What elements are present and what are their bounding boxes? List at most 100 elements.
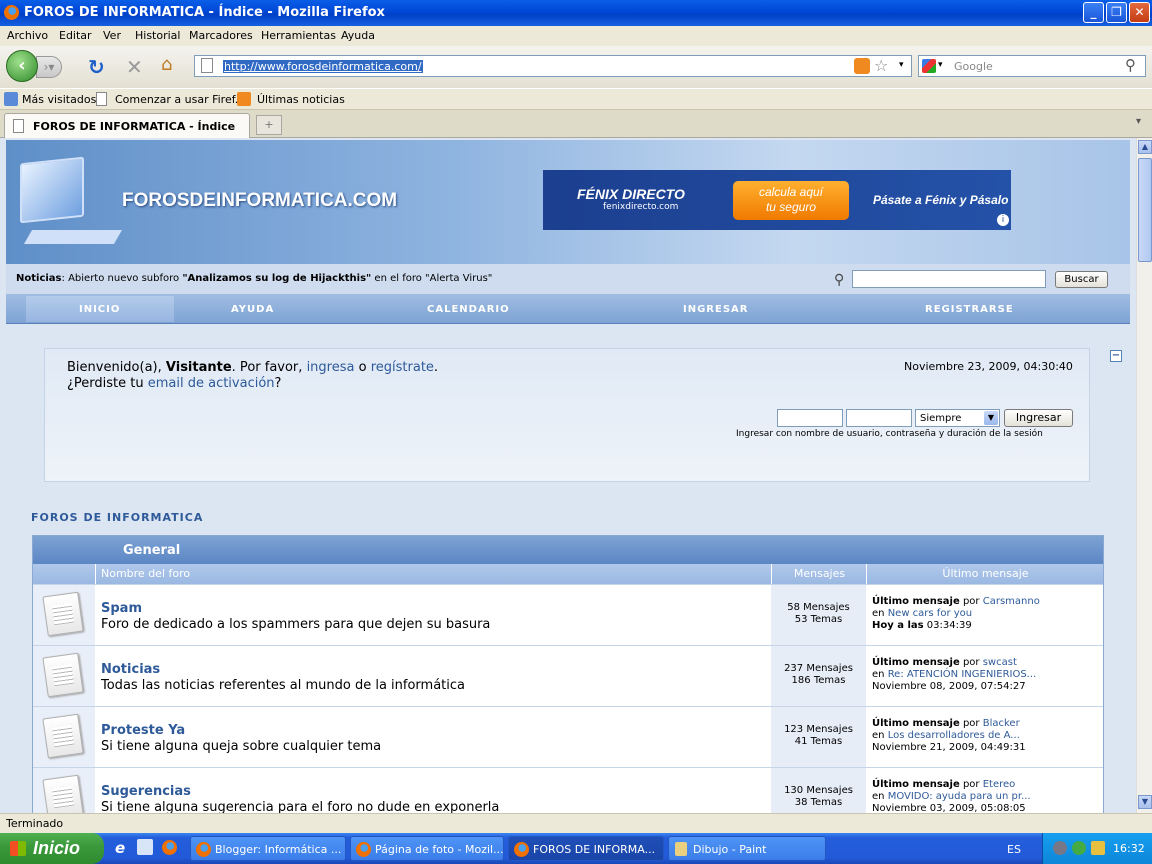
address-bar[interactable]: http://www.forosdeinformatica.com/ ☆ ▾ bbox=[194, 55, 912, 77]
forum-name-link[interactable]: Sugerencias bbox=[101, 784, 191, 799]
forum-topic-count: 38 Temas bbox=[794, 797, 843, 808]
address-url: http://www.forosdeinformatica.com/ bbox=[223, 60, 423, 73]
scroll-up-button[interactable]: ▲ bbox=[1138, 140, 1152, 154]
last-post-line1: Último mensaje por Etereo bbox=[872, 779, 1015, 790]
monitor-illustration bbox=[20, 156, 84, 224]
site-search-input[interactable] bbox=[852, 270, 1046, 288]
section-title[interactable]: FOROS DE INFORMATICA bbox=[31, 511, 203, 524]
forum-name-link[interactable]: Proteste Ya bbox=[101, 723, 185, 738]
forum-status-cell bbox=[33, 646, 95, 706]
nav-ayuda[interactable]: AYUDA bbox=[231, 304, 274, 315]
last-post-date-bold: Hoy a las bbox=[872, 620, 924, 631]
forum-last-post-cell: Último mensaje por swcast en Re: ATENCIÓN… bbox=[866, 646, 1103, 706]
last-post-topic-link[interactable]: New cars for you bbox=[888, 608, 972, 619]
site-logo[interactable]: FOROSDEINFORMATICA.COM bbox=[122, 190, 397, 212]
ie-quicklaunch-icon[interactable]: e bbox=[115, 839, 125, 857]
nav-registrarse[interactable]: REGISTRARSE bbox=[925, 304, 1014, 315]
menu-historial[interactable]: Historial bbox=[135, 29, 180, 42]
google-engine-icon[interactable] bbox=[922, 59, 936, 73]
task-foros[interactable]: FOROS DE INFORMA... bbox=[508, 836, 664, 861]
forum-name-cell: Noticias Todas las noticias referentes al… bbox=[95, 646, 771, 706]
tray-icon-2[interactable] bbox=[1072, 841, 1086, 855]
bookmark-most-visited[interactable]: Más visitados bbox=[22, 93, 96, 106]
last-post-author-link[interactable]: swcast bbox=[983, 657, 1017, 668]
last-post-topic-link[interactable]: Re: ATENCIÓN INGENIERIOS... bbox=[888, 669, 1037, 680]
window-title-bar[interactable]: FOROS DE INFORMATICA - Índice - Mozilla … bbox=[0, 0, 1152, 26]
menu-herramientas[interactable]: Herramientas bbox=[261, 29, 336, 42]
nav-ingresar[interactable]: INGRESAR bbox=[683, 304, 748, 315]
forum-name-link[interactable]: Noticias bbox=[101, 662, 160, 677]
search-engine-box[interactable]: ▾ Google ⚲ bbox=[918, 55, 1146, 77]
task-paint[interactable]: Dibujo - Paint bbox=[668, 836, 826, 861]
home-icon[interactable]: ⌂ bbox=[161, 54, 172, 75]
welcome-line2: ¿Perdiste tu email de activación? bbox=[67, 376, 281, 391]
close-button[interactable]: ✕ bbox=[1129, 2, 1150, 23]
nav-inicio[interactable]: INICIO bbox=[79, 304, 120, 315]
bookmark-star-icon[interactable]: ☆ bbox=[874, 56, 888, 75]
search-placeholder[interactable]: Google bbox=[954, 60, 993, 73]
new-tab-button[interactable]: + bbox=[256, 115, 282, 135]
last-post-line2: en MOVIDO: ayuda para un pr... bbox=[872, 791, 1031, 802]
welcome-dot: . bbox=[433, 360, 439, 375]
ad-info-icon[interactable]: i bbox=[997, 214, 1009, 226]
menu-ayuda[interactable]: Ayuda bbox=[341, 29, 375, 42]
tray-icon-1[interactable] bbox=[1053, 841, 1067, 855]
url-dropdown-icon[interactable]: ▾ bbox=[899, 60, 904, 70]
welcome-line1: Bienvenido(a), Visitante. Por favor, ing… bbox=[67, 360, 438, 375]
last-post-author-link[interactable]: Etereo bbox=[983, 779, 1016, 790]
menu-editar[interactable]: Editar bbox=[59, 29, 92, 42]
username-input[interactable] bbox=[777, 409, 843, 427]
firefox-icon bbox=[196, 842, 211, 857]
forward-button[interactable]: ›▾ bbox=[36, 56, 62, 78]
firefox-quicklaunch-icon[interactable] bbox=[162, 840, 177, 855]
start-button[interactable]: Inicio bbox=[0, 833, 104, 864]
tray-icon-3[interactable] bbox=[1091, 841, 1105, 855]
news-bold: "Analizamos su log de Hijackthis" bbox=[182, 273, 372, 284]
activation-email-link[interactable]: email de activación bbox=[148, 376, 275, 391]
login-button[interactable]: Ingresar bbox=[1004, 409, 1073, 427]
login-link[interactable]: ingresa bbox=[307, 360, 355, 375]
task-blogger[interactable]: Blogger: Informática ... bbox=[190, 836, 346, 861]
tab-foros[interactable]: FOROS DE INFORMATICA - Índice bbox=[4, 113, 250, 138]
register-link[interactable]: regístrate bbox=[371, 360, 434, 375]
bookmark-getting-started[interactable]: Comenzar a usar Firef... bbox=[115, 93, 245, 106]
ad-site: fenixdirecto.com bbox=[603, 202, 679, 212]
last-post-line3: Hoy a las 03:34:39 bbox=[872, 620, 972, 631]
engine-dropdown-icon[interactable]: ▾ bbox=[938, 60, 943, 70]
collapse-icon[interactable]: − bbox=[1110, 350, 1122, 362]
session-duration-select[interactable]: Siempre ▼ bbox=[915, 409, 1000, 427]
vertical-scrollbar[interactable]: ▲ ▼ bbox=[1136, 138, 1152, 813]
last-post-topic-link[interactable]: Los desarrolladores de A... bbox=[888, 730, 1020, 741]
menu-ver[interactable]: Ver bbox=[103, 29, 121, 42]
last-post-author-link[interactable]: Carsmanno bbox=[983, 596, 1040, 607]
advertisement-banner[interactable]: FÉNIX DIRECTO fenixdirecto.com calcula a… bbox=[543, 170, 1011, 230]
scroll-thumb[interactable] bbox=[1138, 158, 1152, 262]
reload-icon[interactable]: ↻ bbox=[88, 55, 105, 79]
firefox-icon bbox=[356, 842, 371, 857]
desktop-quicklaunch-icon[interactable] bbox=[137, 839, 153, 855]
search-icon[interactable]: ⚲ bbox=[1125, 56, 1136, 74]
menu-archivo[interactable]: Archivo bbox=[7, 29, 48, 42]
task-pagina-foto[interactable]: Página de foto - Mozil... bbox=[350, 836, 504, 861]
last-post-author-link[interactable]: Blacker bbox=[983, 718, 1020, 729]
last-post-line1: Último mensaje por swcast bbox=[872, 657, 1017, 668]
ad-cta-button[interactable]: calcula aquí tu seguro bbox=[733, 181, 849, 220]
nav-calendario[interactable]: CALENDARIO bbox=[427, 304, 510, 315]
search-button[interactable]: Buscar bbox=[1055, 271, 1108, 288]
category-name[interactable]: General bbox=[123, 543, 180, 558]
menu-marcadores[interactable]: Marcadores bbox=[189, 29, 253, 42]
last-post-line1: Último mensaje por Carsmanno bbox=[872, 596, 1040, 607]
scroll-down-button[interactable]: ▼ bbox=[1138, 795, 1152, 809]
minimize-button[interactable]: _ bbox=[1083, 2, 1104, 23]
language-indicator[interactable]: ES bbox=[1007, 843, 1021, 856]
rss-feed-icon[interactable] bbox=[854, 58, 870, 74]
last-post-topic-link[interactable]: MOVIDO: ayuda para un pr... bbox=[888, 791, 1031, 802]
password-input[interactable] bbox=[846, 409, 912, 427]
forum-name-link[interactable]: Spam bbox=[101, 601, 142, 616]
maximize-button[interactable]: ❐ bbox=[1106, 2, 1127, 23]
bookmark-latest-news[interactable]: Últimas noticias bbox=[257, 93, 345, 106]
stop-icon[interactable]: ✕ bbox=[126, 55, 143, 79]
col-forum-name-label: Nombre del foro bbox=[101, 567, 191, 580]
back-button[interactable]: ‹ bbox=[6, 50, 38, 82]
tab-list-dropdown-icon[interactable]: ▾ bbox=[1136, 116, 1150, 127]
